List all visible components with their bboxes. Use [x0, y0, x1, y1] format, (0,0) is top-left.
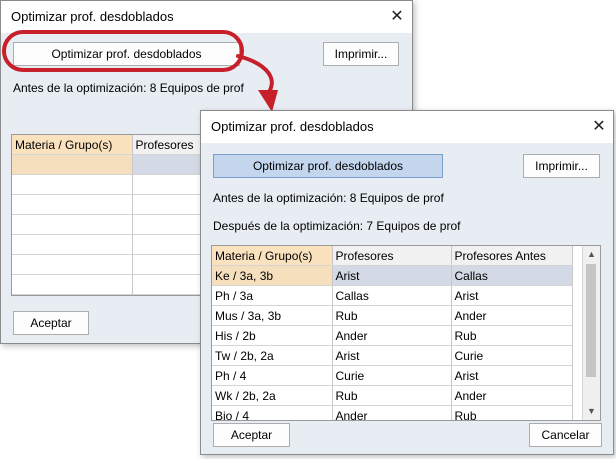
back-header-profesores[interactable]: Profesores	[132, 135, 200, 155]
cell-profesores-antes: Arist	[451, 365, 573, 386]
front-accept-button[interactable]: Aceptar	[213, 423, 290, 447]
front-table-header-row: Materia / Grupo(s) Profesores Profesores…	[212, 246, 573, 266]
table-row[interactable]: Wk / 2b, 2a Rub Ander	[212, 385, 573, 406]
back-optimize-button[interactable]: Optimizar prof. desdoblados	[13, 42, 240, 66]
cell-materia: Ph / 3a	[212, 285, 333, 306]
cell-profesores: Ander	[332, 405, 452, 420]
front-dialog-window: Optimizar prof. desdoblados ✕ Optimizar …	[200, 110, 614, 455]
front-header-profesores-antes[interactable]: Profesores Antes	[451, 246, 573, 266]
table-row[interactable]: Mus / 3a, 3b Rub Ander	[212, 305, 573, 326]
cell-materia: Bio / 4	[212, 405, 333, 420]
cell-profesores: Ander	[332, 325, 452, 346]
front-cancel-button[interactable]: Cancelar	[529, 423, 602, 447]
cell-profesores: Arist	[332, 265, 452, 286]
back-before-text: Antes de la optimización: 8 Equipos de p…	[13, 81, 244, 95]
scroll-up-icon[interactable]: ▲	[583, 246, 600, 263]
front-header-materia[interactable]: Materia / Grupo(s)	[212, 246, 333, 266]
cell-profesores: Rub	[332, 385, 452, 406]
vertical-scrollbar[interactable]: ▲ ▼	[582, 246, 600, 420]
table-row[interactable]: His / 2b Ander Rub	[212, 325, 573, 346]
front-dialog-titlebar[interactable]: Optimizar prof. desdoblados ✕	[201, 111, 613, 143]
front-header-profesores[interactable]: Profesores	[332, 246, 452, 266]
cell-profesores-antes: Rub	[451, 325, 573, 346]
table-row[interactable]: Ke / 3a, 3b Arist Callas	[212, 265, 573, 286]
back-table-row[interactable]	[12, 194, 200, 215]
front-dialog-content: Optimizar prof. desdoblados Imprimir... …	[201, 143, 613, 454]
cell-materia: His / 2b	[212, 325, 333, 346]
cell-materia: Ke / 3a, 3b	[212, 265, 333, 286]
scrollbar-thumb[interactable]	[586, 264, 596, 377]
cell-profesores-antes: Rub	[451, 405, 573, 420]
table-row[interactable]: Ph / 4 Curie Arist	[212, 365, 573, 386]
back-close-icon[interactable]: ✕	[385, 5, 409, 29]
cell-profesores-antes: Ander	[451, 385, 573, 406]
back-table-row[interactable]	[12, 234, 200, 255]
cell-materia: Mus / 3a, 3b	[212, 305, 333, 326]
front-close-icon[interactable]: ✕	[587, 115, 611, 139]
back-table-header-row: Materia / Grupo(s) Profesores	[12, 135, 200, 155]
cell-profesores-antes: Curie	[451, 345, 573, 366]
back-print-button[interactable]: Imprimir...	[323, 42, 399, 66]
cell-materia: Tw / 2b, 2a	[212, 345, 333, 366]
cell-profesores-antes: Arist	[451, 285, 573, 306]
back-dialog-title: Optimizar prof. desdoblados	[11, 9, 174, 24]
cell-profesores: Curie	[332, 365, 452, 386]
front-results-table: Materia / Grupo(s) Profesores Profesores…	[212, 246, 573, 420]
cell-profesores-antes: Ander	[451, 305, 573, 326]
back-dialog-titlebar[interactable]: Optimizar prof. desdoblados ✕	[1, 1, 412, 33]
scroll-down-icon[interactable]: ▼	[583, 403, 600, 420]
table-row[interactable]: Ph / 3a Callas Arist	[212, 285, 573, 306]
back-table-row[interactable]	[12, 254, 200, 275]
front-print-button[interactable]: Imprimir...	[523, 154, 600, 178]
front-before-text: Antes de la optimización: 8 Equipos de p…	[213, 191, 444, 205]
front-optimize-button[interactable]: Optimizar prof. desdoblados	[213, 154, 443, 178]
cell-profesores-antes: Callas	[451, 265, 573, 286]
back-results-table: Materia / Grupo(s) Profesores	[12, 135, 200, 295]
front-results-grid[interactable]: Materia / Grupo(s) Profesores Profesores…	[211, 245, 601, 421]
back-table-row[interactable]	[12, 174, 200, 195]
front-dialog-title: Optimizar prof. desdoblados	[211, 119, 374, 134]
back-header-materia[interactable]: Materia / Grupo(s)	[12, 135, 133, 155]
cell-materia: Ph / 4	[212, 365, 333, 386]
cell-materia: Wk / 2b, 2a	[212, 385, 333, 406]
table-row[interactable]: Bio / 4 Ander Rub	[212, 405, 573, 420]
cell-profesores: Arist	[332, 345, 452, 366]
back-table-row[interactable]	[12, 214, 200, 235]
back-accept-button[interactable]: Aceptar	[13, 311, 89, 335]
cell-profesores: Callas	[332, 285, 452, 306]
cell-profesores: Rub	[332, 305, 452, 326]
back-table-row[interactable]	[12, 274, 200, 295]
back-results-grid[interactable]: Materia / Grupo(s) Profesores	[11, 134, 201, 296]
back-table-row[interactable]	[12, 154, 200, 175]
table-row[interactable]: Tw / 2b, 2a Arist Curie	[212, 345, 573, 366]
front-after-text: Después de la optimización: 7 Equipos de…	[213, 219, 461, 233]
